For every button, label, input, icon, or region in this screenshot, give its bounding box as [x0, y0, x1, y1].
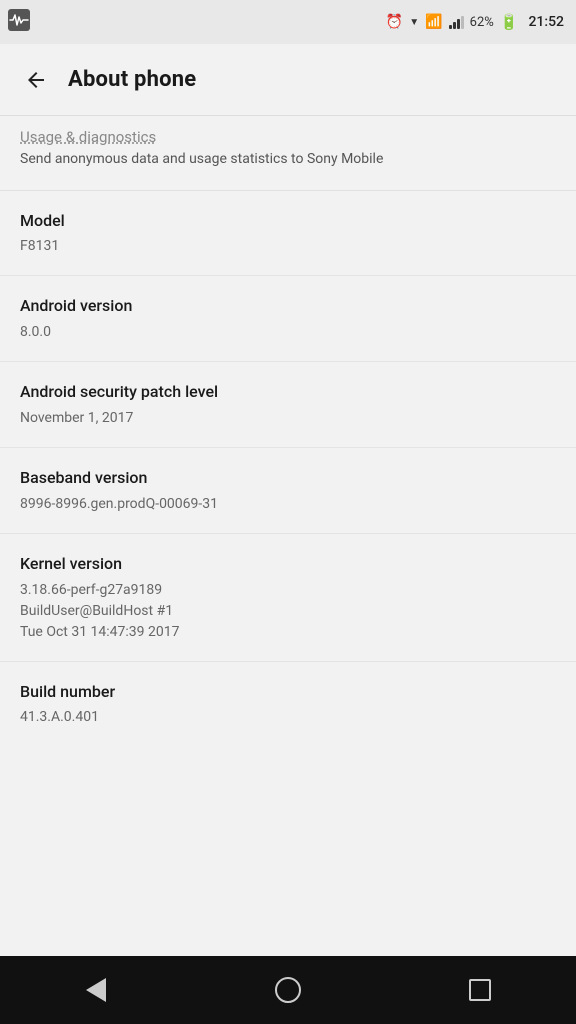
dropdown-icon: ▼: [409, 17, 419, 28]
model-item: Model F8131: [0, 191, 576, 277]
nav-recents-icon: [469, 979, 491, 1001]
build-number-item: Build number 41.3.A.0.401: [0, 662, 576, 747]
android-version-item: Android version 8.0.0: [0, 276, 576, 362]
usage-diagnostics-label: Usage & diagnostics: [20, 128, 556, 146]
kernel-version-value: 3.18.66-perf-g27a9189 BuildUser@BuildHos…: [20, 580, 556, 643]
activity-icon: [8, 9, 30, 35]
content-scroll[interactable]: Usage & diagnostics Send anonymous data …: [0, 116, 576, 956]
nav-back-button[interactable]: [66, 960, 126, 1020]
baseband-version-item: Baseband version 8996-8996.gen.prodQ-000…: [0, 448, 576, 534]
nav-home-icon: [275, 977, 301, 1003]
status-bar-left: [8, 9, 30, 35]
model-label: Model: [20, 211, 556, 232]
alarm-icon: ⏰: [386, 14, 403, 30]
status-bar-right: ⏰ ▼ 📶 62% 🔋 21:52: [386, 13, 564, 31]
back-button[interactable]: [16, 60, 56, 100]
android-version-value: 8.0.0: [20, 322, 556, 343]
page-title: About phone: [68, 67, 196, 92]
android-version-label: Android version: [20, 296, 556, 317]
model-value: F8131: [20, 236, 556, 257]
battery-icon: 🔋: [500, 13, 519, 31]
usage-diagnostics-value: Send anonymous data and usage statistics…: [20, 150, 556, 170]
nav-home-button[interactable]: [258, 960, 318, 1020]
nav-recents-button[interactable]: [450, 960, 510, 1020]
kernel-version-label: Kernel version: [20, 554, 556, 575]
status-time: 21:52: [528, 14, 564, 30]
baseband-version-label: Baseband version: [20, 468, 556, 489]
signal-icon: [449, 16, 464, 29]
kernel-version-item: Kernel version 3.18.66-perf-g27a9189 Bui…: [0, 534, 576, 662]
nav-back-icon: [86, 978, 106, 1002]
navigation-bar: [0, 956, 576, 1024]
usage-diagnostics-item: Usage & diagnostics Send anonymous data …: [0, 116, 576, 191]
baseband-version-value: 8996-8996.gen.prodQ-00069-31: [20, 494, 556, 515]
app-bar: About phone: [0, 44, 576, 116]
security-patch-value: November 1, 2017: [20, 408, 556, 429]
wifi-icon: 📶: [425, 14, 442, 30]
battery-percent: 62%: [470, 15, 494, 30]
build-number-value: 41.3.A.0.401: [20, 707, 556, 728]
security-patch-item: Android security patch level November 1,…: [0, 362, 576, 448]
security-patch-label: Android security patch level: [20, 382, 556, 403]
status-bar: ⏰ ▼ 📶 62% 🔋 21:52: [0, 0, 576, 44]
build-number-label: Build number: [20, 682, 556, 703]
